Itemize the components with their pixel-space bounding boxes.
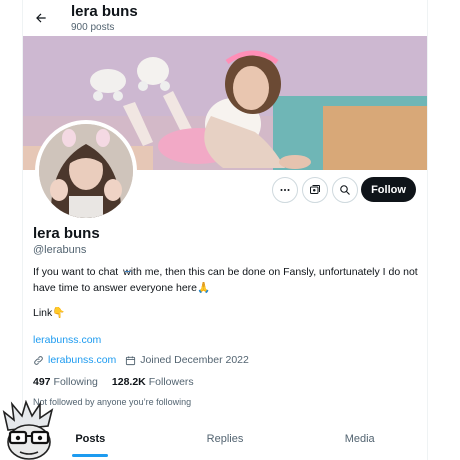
mascot-watermark-icon [2,400,54,460]
bio-link-label: Link [33,307,53,319]
bio-text-start: If you want to chat [33,266,122,278]
follow-button[interactable]: Follow [361,177,416,202]
profile-handle: @lerabuns [33,244,87,256]
search-button[interactable] [332,177,358,203]
profile-avatar[interactable] [35,120,137,222]
profile-meta: lerabunss.com Joined December 2022 [33,354,249,366]
pointing-down-emoji: 👇 [52,307,66,319]
back-button[interactable] [27,4,55,32]
profile-page: lera buns 900 posts Follow lera buns @le… [22,0,428,460]
following-label: Following [53,376,98,388]
avatar-image [39,124,133,218]
joined-date: Joined December 2022 [140,354,249,366]
header-name: lera buns [71,3,138,20]
profile-tabs: Posts Replies Media [23,424,427,460]
website-link[interactable]: lerabunss.com [48,354,116,366]
back-arrow-icon [36,13,46,23]
top-bar: lera buns 900 posts [23,0,427,36]
following-count: 497 [33,376,51,388]
followers-stat[interactable]: 128.2K Followers [112,376,194,388]
follow-stats: 497 Following 128.2K Followers [33,376,208,388]
profile-bio: If you want to chat with me, then this c… [33,265,418,296]
link-icon [34,355,43,365]
bio-link-label-row: Link👇 [33,306,65,319]
following-stat[interactable]: 497 Following [33,376,98,388]
search-icon [340,185,350,195]
pray-hands-emoji: 🙏 [197,282,211,294]
more-icon [280,189,290,191]
calendar-icon [126,355,136,365]
subscribe-icon [310,185,320,194]
tab-media[interactable]: Media [292,424,427,460]
bio-website-link[interactable]: lerabunss.com [33,334,101,346]
profile-display-name: lera buns [33,225,100,242]
header-post-count: 900 posts [71,22,115,33]
tab-replies[interactable]: Replies [158,424,293,460]
subscribe-button[interactable] [302,177,328,203]
followers-label: Followers [148,376,194,388]
followers-count: 128.2K [111,376,146,388]
more-button[interactable] [272,177,298,203]
